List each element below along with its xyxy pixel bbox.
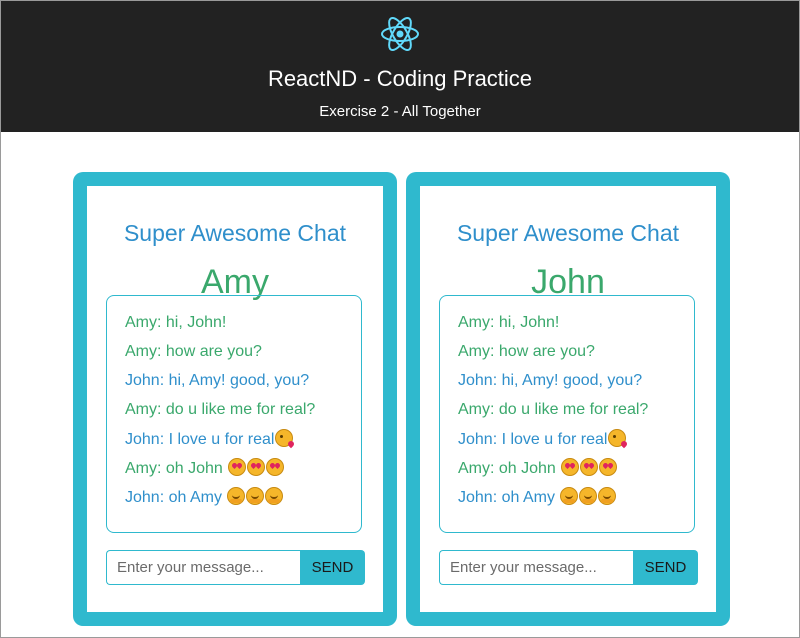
message-item: John: hi, Amy! good, you? bbox=[125, 371, 361, 400]
message-item: Amy: how are you? bbox=[125, 342, 361, 371]
chat-window-amy: Super Awesome Chat Amy Amy: hi, John! Amy… bbox=[73, 172, 397, 626]
app-subtitle: Exercise 2 - All Together bbox=[319, 103, 481, 120]
message-text: John: hi, Amy! good, you? bbox=[125, 372, 310, 389]
message-input[interactable] bbox=[106, 550, 300, 585]
face-blowing-kiss-emoji bbox=[275, 429, 294, 447]
message-composer: SEND bbox=[439, 550, 698, 585]
message-item: Amy: how are you? bbox=[458, 342, 694, 371]
message-text: John: oh Amy bbox=[458, 489, 560, 506]
message-item: Amy: oh John bbox=[125, 458, 361, 487]
react-atom-icon bbox=[381, 17, 419, 51]
message-item: Amy: do u like me for real? bbox=[125, 400, 361, 429]
message-text: Amy: oh John bbox=[125, 460, 228, 477]
message-list: Amy: hi, John! Amy: how are you? John: hi,… bbox=[439, 295, 695, 533]
chat-heading: Super Awesome Chat bbox=[456, 220, 680, 246]
message-text: John: hi, Amy! good, you? bbox=[458, 372, 643, 389]
message-text: Amy: hi, John! bbox=[458, 314, 560, 331]
face-blowing-kiss-emoji bbox=[608, 429, 627, 447]
message-text: Amy: oh John bbox=[458, 460, 561, 477]
message-item: John: oh Amy bbox=[458, 487, 694, 516]
message-item: Amy: do u like me for real? bbox=[458, 400, 694, 429]
message-item: John: I love u for real bbox=[125, 429, 361, 458]
message-item: Amy: hi, John! bbox=[125, 313, 361, 342]
message-text: Amy: how are you? bbox=[458, 343, 595, 360]
app-header: ReactND - Coding Practice Exercise 2 - A… bbox=[1, 1, 799, 132]
heart-eyes-emoji bbox=[580, 458, 599, 476]
message-item: John: I love u for real bbox=[458, 429, 694, 458]
hugging-face-emoji bbox=[579, 487, 598, 505]
app-frame: ReactND - Coding Practice Exercise 2 - A… bbox=[0, 0, 800, 638]
message-text: John: oh Amy bbox=[125, 489, 227, 506]
message-item: Amy: hi, John! bbox=[458, 313, 694, 342]
hugging-face-emoji bbox=[560, 487, 579, 505]
message-composer: SEND bbox=[106, 550, 365, 585]
hugging-face-emoji bbox=[265, 487, 284, 505]
heart-eyes-emoji bbox=[599, 458, 618, 476]
hugging-face-emoji bbox=[246, 487, 265, 505]
message-text: John: I love u for real bbox=[125, 431, 275, 448]
message-text: Amy: do u like me for real? bbox=[458, 401, 649, 418]
message-text: John: I love u for real bbox=[458, 431, 608, 448]
send-button[interactable]: SEND bbox=[300, 550, 365, 585]
message-item: John: hi, Amy! good, you? bbox=[458, 371, 694, 400]
message-input[interactable] bbox=[439, 550, 633, 585]
hugging-face-emoji bbox=[598, 487, 617, 505]
chat-window-john: Super Awesome Chat John Amy: hi, John! Am… bbox=[406, 172, 730, 626]
message-text: Amy: do u like me for real? bbox=[125, 401, 316, 418]
chat-heading: Super Awesome Chat bbox=[123, 220, 347, 246]
heart-eyes-emoji bbox=[266, 458, 285, 476]
message-item: Amy: oh John bbox=[458, 458, 694, 487]
hugging-face-emoji bbox=[227, 487, 246, 505]
send-button[interactable]: SEND bbox=[633, 550, 698, 585]
heart-eyes-emoji bbox=[228, 458, 247, 476]
message-text: Amy: how are you? bbox=[125, 343, 262, 360]
heart-eyes-emoji bbox=[561, 458, 580, 476]
heart-eyes-emoji bbox=[247, 458, 266, 476]
message-list: Amy: hi, John! Amy: how are you? John: hi,… bbox=[106, 295, 362, 533]
message-item: John: oh Amy bbox=[125, 487, 361, 516]
app-title: ReactND - Coding Practice bbox=[267, 66, 533, 91]
message-text: Amy: hi, John! bbox=[125, 314, 227, 331]
